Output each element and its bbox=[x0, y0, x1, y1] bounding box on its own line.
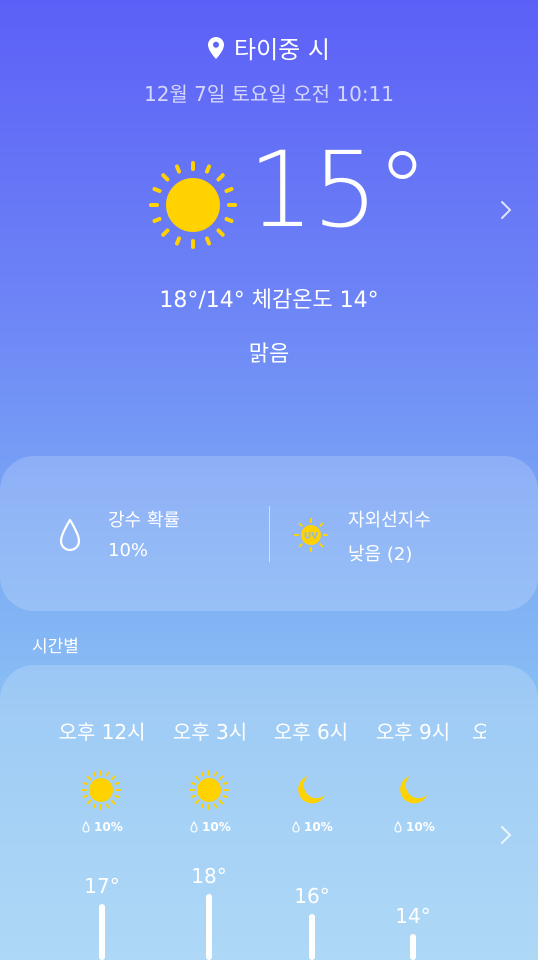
hourly-item: 오후 3시 bbox=[155, 716, 265, 745]
hourly-precipitation: 10% bbox=[394, 820, 435, 834]
hourly-temp: 16° bbox=[294, 884, 330, 908]
hourly-temp-bar bbox=[309, 914, 315, 960]
sun-icon bbox=[189, 770, 229, 810]
hourly-precipitation: 10% bbox=[292, 820, 333, 834]
chevron-right-icon[interactable] bbox=[498, 199, 514, 221]
hourly-pop: 10% bbox=[202, 820, 231, 834]
raindrop-icon bbox=[190, 821, 198, 833]
hourly-time: 오후 6시 bbox=[273, 720, 349, 744]
hourly-temp: 14° bbox=[395, 904, 431, 928]
location-name: 타이중 시 bbox=[234, 36, 330, 64]
hourly-item: 오후 9시 bbox=[358, 716, 468, 745]
hourly-temp-bar bbox=[206, 894, 212, 960]
hourly-temp: 17° bbox=[84, 874, 120, 898]
hourly-temp: 18° bbox=[191, 864, 227, 888]
location-pin-icon bbox=[208, 36, 225, 59]
hourly-time: 오후 9시 bbox=[375, 720, 451, 744]
hourly-section-title: 시간별 bbox=[32, 637, 79, 657]
weather-condition: 맑음 bbox=[248, 342, 290, 367]
uv-sun-icon: UV bbox=[294, 518, 328, 552]
precipitation-info: 강수 확률 10% bbox=[108, 506, 180, 561]
chevron-right-icon[interactable] bbox=[498, 824, 514, 846]
hourly-time: 오후 12시 bbox=[58, 720, 146, 744]
divider bbox=[269, 506, 270, 562]
sun-icon bbox=[81, 770, 121, 810]
details-card: 강수 확률 10% UV 자외선지수 낮음 (2) bbox=[0, 456, 538, 611]
hourly-precipitation: 10% bbox=[190, 820, 231, 834]
date-time-label: 12월 7일 토요일 오전 10:11 bbox=[143, 82, 395, 106]
moon-icon bbox=[298, 776, 325, 804]
hourly-pop: 10% bbox=[304, 820, 333, 834]
svg-text:UV: UV bbox=[304, 532, 318, 542]
hourly-pop: 10% bbox=[94, 820, 123, 834]
hourly-temp-bar bbox=[99, 904, 105, 960]
hourly-item: 오후 6시 bbox=[256, 716, 366, 745]
high-low-feels-like: 18°/14° 체감온도 14° bbox=[159, 288, 379, 313]
hourly-temp-bar bbox=[410, 934, 416, 960]
raindrop-icon bbox=[82, 821, 90, 833]
hourly-pop: 10% bbox=[406, 820, 435, 834]
raindrop-icon bbox=[394, 821, 402, 833]
hourly-time-partial: 오 bbox=[472, 720, 486, 744]
precipitation-value: 10% bbox=[108, 540, 149, 561]
uv-value: 낮음 (2) bbox=[348, 544, 413, 565]
moon-icon bbox=[400, 776, 427, 804]
raindrop-icon bbox=[59, 518, 81, 552]
hourly-time: 오후 3시 bbox=[172, 720, 248, 744]
hourly-item: 오후 12시 bbox=[47, 716, 157, 745]
current-temperature: 15° bbox=[248, 129, 428, 251]
hourly-precipitation: 10% bbox=[82, 820, 123, 834]
sun-icon bbox=[149, 161, 237, 249]
hourly-card[interactable] bbox=[0, 665, 538, 960]
uv-label: 자외선지수 bbox=[348, 510, 431, 531]
uv-info: 자외선지수 낮음 (2) bbox=[348, 506, 431, 566]
raindrop-icon bbox=[292, 821, 300, 833]
location-header[interactable]: 타이중 시 bbox=[0, 30, 538, 65]
precipitation-label: 강수 확률 bbox=[108, 510, 180, 531]
